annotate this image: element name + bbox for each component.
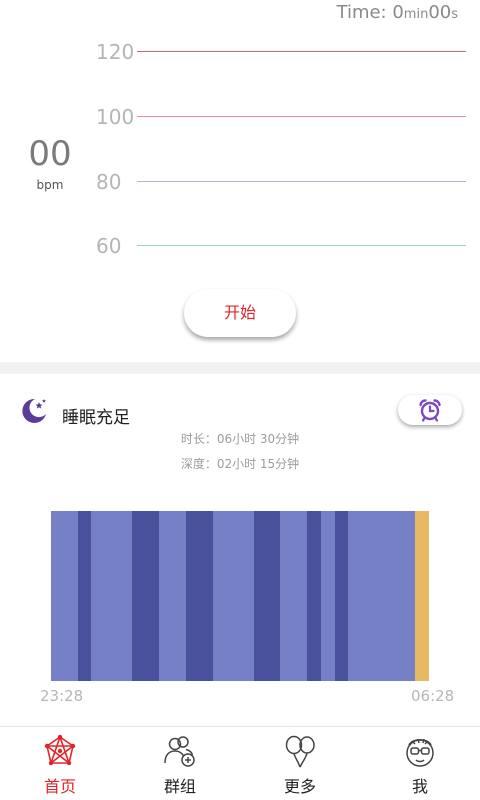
hr-level-line	[137, 116, 466, 117]
balloons-icon	[285, 735, 315, 768]
bpm-value: 00	[28, 134, 72, 174]
sleep-duration-value: 06小时 30分钟	[216, 432, 300, 446]
moon-stars-icon	[18, 395, 50, 427]
alarm-clock-icon	[419, 399, 441, 422]
section-divider	[0, 362, 480, 374]
sleep-deep-value: 02小时 15分钟	[216, 457, 300, 471]
nav-label-home: 首页	[43, 777, 76, 796]
sleep-segment-deep	[78, 511, 91, 681]
sleep-segment-deep	[335, 511, 348, 681]
sleep-deep: 深度：02小时 15分钟	[0, 455, 480, 472]
sleep-stage-chart	[51, 511, 429, 681]
bottom-nav: 首页 群组 更多 我	[0, 726, 480, 800]
timer-minutes: 0	[392, 2, 404, 23]
sleep-segment-deep	[254, 511, 280, 681]
group-add-icon	[164, 736, 195, 767]
timer-seconds: 00	[428, 2, 452, 23]
avatar-glasses-icon	[406, 738, 434, 767]
sleep-start-time: 23:28	[40, 687, 84, 705]
hr-level-line	[137, 181, 466, 182]
nav-label-me: 我	[411, 777, 428, 796]
sleep-stage-svg	[51, 511, 429, 681]
sleep-segment-light	[51, 511, 78, 681]
hr-level-line	[137, 245, 466, 246]
hr-level-row-120: 120	[0, 37, 480, 67]
start-button[interactable]: 开始	[184, 289, 296, 337]
hr-level-row-60: 60	[0, 231, 480, 261]
nav-item-me[interactable]: 我	[360, 727, 480, 800]
sleep-status-title: 睡眠充足	[62, 408, 130, 428]
sleep-end-time: 06:28	[411, 687, 455, 705]
sleep-segment-deep	[186, 511, 213, 681]
timer-min-unit: min	[403, 7, 429, 22]
network-icon	[44, 734, 76, 766]
nav-item-home[interactable]: 首页	[0, 727, 120, 800]
sleep-deep-label: 深度：	[180, 457, 217, 471]
hr-level-label: 100	[96, 105, 135, 129]
sleep-duration: 时长：06小时 30分钟	[0, 430, 480, 447]
sleep-segment-light	[280, 511, 307, 681]
sleep-duration-label: 时长：	[180, 432, 217, 446]
sleep-segment-light	[348, 511, 415, 681]
sleep-segment-deep	[307, 511, 321, 681]
timer-sec-unit: s	[451, 7, 458, 22]
sleep-segment-light	[321, 511, 335, 681]
timer-readout: Time: 0min00s	[337, 2, 459, 23]
sleep-segment-light	[159, 511, 186, 681]
sleep-segment-awake	[415, 511, 429, 681]
hr-level-label: 80	[96, 170, 122, 194]
hr-level-label: 60	[96, 234, 122, 258]
sleep-segment-light	[213, 511, 254, 681]
nav-item-groups[interactable]: 群组	[120, 727, 240, 800]
alarm-button[interactable]	[398, 395, 462, 425]
hr-level-line	[137, 51, 466, 52]
hr-level-label: 120	[96, 40, 135, 64]
bpm-unit: bpm	[36, 178, 64, 192]
timer-prefix: Time:	[336, 2, 393, 23]
sleep-segment-deep	[132, 511, 159, 681]
hr-level-row-100: 100	[0, 102, 480, 132]
nav-item-more[interactable]: 更多	[240, 727, 360, 800]
sleep-segment-light	[91, 511, 132, 681]
nav-label-groups: 群组	[163, 777, 196, 796]
home-screen: Time: 0min00s 120 100 80 60 00 bpm 开始 睡眠…	[0, 0, 480, 800]
nav-label-more: 更多	[283, 777, 316, 796]
